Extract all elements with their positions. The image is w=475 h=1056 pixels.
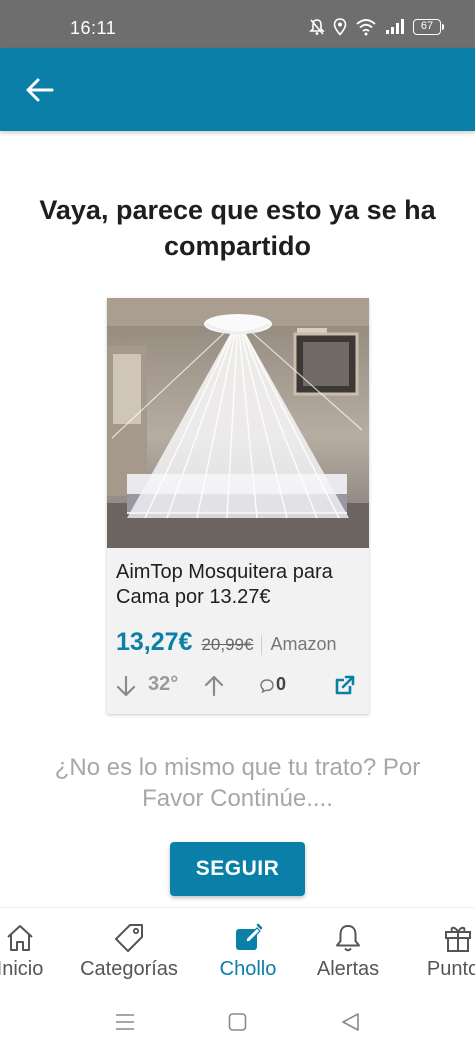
nav-item-inicio[interactable]: Inicio bbox=[0, 908, 68, 991]
system-nav bbox=[0, 990, 475, 1056]
comment-icon[interactable] bbox=[259, 678, 275, 699]
nav-label: Inicio bbox=[0, 958, 44, 980]
home-icon bbox=[7, 925, 33, 951]
continue-question: ¿No es lo mismo que tu trato? Por Favor … bbox=[54, 754, 421, 812]
external-link-button[interactable] bbox=[334, 674, 356, 701]
comment-count: 0 bbox=[276, 674, 287, 694]
back-button[interactable] bbox=[22, 72, 58, 108]
deal-image[interactable] bbox=[107, 298, 369, 548]
nav-item-alertas[interactable]: Alertas bbox=[300, 908, 396, 991]
nav-item-categorias[interactable]: Categorías bbox=[72, 908, 186, 991]
app-bar bbox=[0, 48, 475, 131]
mute-icon bbox=[309, 19, 325, 35]
menu-icon[interactable] bbox=[114, 1012, 136, 1037]
nav-item-chollo[interactable]: Chollo bbox=[200, 908, 296, 991]
bottom-nav: Inicio Categorías Chollo Alertas Puntos bbox=[0, 907, 475, 990]
edit-icon bbox=[236, 923, 263, 950]
nav-item-puntos[interactable]: Puntos bbox=[410, 908, 475, 991]
battery-icon: 67 bbox=[413, 19, 444, 35]
gift-icon bbox=[445, 926, 471, 952]
divider bbox=[261, 635, 263, 655]
status-time: 16:11 bbox=[70, 18, 117, 38]
back-triangle-icon[interactable] bbox=[340, 1012, 362, 1037]
deal-merchant[interactable]: Amazon bbox=[270, 634, 336, 655]
home-square-icon[interactable] bbox=[227, 1012, 249, 1037]
status-icons: 67 bbox=[309, 18, 444, 36]
deal-price: 13,27€ bbox=[116, 628, 193, 656]
location-icon bbox=[333, 18, 347, 36]
wifi-icon bbox=[356, 19, 376, 36]
deal-old-price: 20,99€ bbox=[201, 635, 254, 654]
vote-row: 32° 0 bbox=[116, 672, 366, 702]
status-bar: 16:11 67 bbox=[0, 0, 475, 48]
page-title: Vaya, parece que esto ya se ha compartid… bbox=[39, 195, 436, 261]
mosquito-net-over-bed-photo bbox=[107, 298, 369, 548]
nav-label: Categorías bbox=[80, 958, 178, 980]
vote-down-button[interactable] bbox=[116, 674, 136, 703]
price-row: 13,27€ 20,99€ Amazon bbox=[116, 628, 364, 662]
bell-icon bbox=[336, 925, 360, 952]
deal-card[interactable]: AimTop Mosquitera para Cama por 13.27€ 1… bbox=[107, 298, 369, 714]
deal-temperature: 32° bbox=[148, 673, 179, 695]
vote-up-button[interactable] bbox=[204, 674, 224, 703]
arrow-down-icon bbox=[116, 675, 136, 697]
signal-icon bbox=[386, 19, 404, 34]
continue-button[interactable]: SEGUIR bbox=[170, 842, 305, 896]
nav-label: Chollo bbox=[219, 958, 277, 980]
nav-label: Alertas bbox=[316, 958, 380, 980]
arrow-left-icon bbox=[26, 78, 54, 102]
external-link-icon bbox=[335, 675, 355, 695]
arrow-up-icon bbox=[204, 675, 224, 697]
nav-label: Puntos bbox=[426, 958, 475, 980]
deal-title[interactable]: AimTop Mosquitera para Cama por 13.27€ bbox=[116, 560, 361, 610]
tag-icon bbox=[115, 924, 143, 952]
